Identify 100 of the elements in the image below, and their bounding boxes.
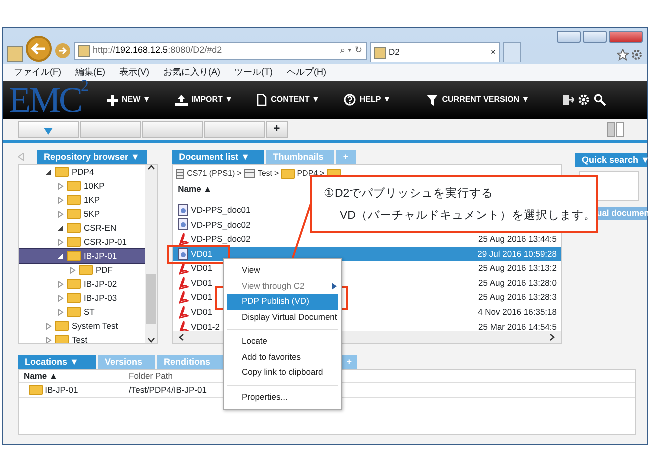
modified-date: 25 Aug 2016 13:28:3	[478, 291, 558, 304]
menu-item[interactable]: ヘルプ(H)	[287, 66, 326, 80]
modified-date: 29 Jul 2016 10:59:28	[478, 248, 558, 260]
pdf-icon	[178, 320, 190, 331]
new-tab-button[interactable]	[503, 42, 521, 62]
version-filter-button[interactable]: CURRENT VERSION ▼	[442, 94, 530, 106]
forward-button[interactable]	[55, 43, 71, 59]
menu-item[interactable]: Display Virtual Document	[224, 310, 341, 325]
close-button[interactable]	[609, 31, 643, 43]
panel-tab[interactable]: Quick search ▼	[575, 153, 647, 167]
folder-path: /Test/PDP4/IB-JP-01	[129, 384, 207, 396]
folder-icon	[67, 195, 81, 205]
menu-item[interactable]: View	[224, 263, 341, 278]
star-icon[interactable]	[616, 49, 629, 61]
tree-item[interactable]: CSR-JP-01	[19, 235, 146, 249]
breadcrumb-separator: >	[274, 168, 280, 180]
column-header[interactable]: Folder Path	[129, 370, 173, 382]
minimize-button[interactable]	[557, 31, 581, 43]
tree-item[interactable]: IB-JP-01	[19, 249, 146, 263]
tree-item[interactable]: System Test	[19, 319, 146, 333]
tree-item[interactable]: 5KP	[19, 207, 146, 221]
layout-toggle-icon[interactable]	[607, 122, 625, 138]
nav-menu-button[interactable]: IMPORT ▼	[192, 94, 234, 106]
scroll-down-icon[interactable]	[148, 338, 155, 343]
tree-item[interactable]: PDF	[19, 263, 146, 277]
document-name: VD01	[191, 276, 212, 290]
page-icon	[374, 46, 386, 58]
panel-tab[interactable]: Repository browser ▼	[37, 150, 147, 164]
document-name: VD01	[191, 306, 212, 319]
workspace-tab[interactable]	[80, 121, 141, 138]
menu-item[interactable]: PDP Publish (VD)	[227, 294, 338, 310]
tree-item[interactable]: IB-JP-02	[19, 277, 146, 291]
menu-item[interactable]: ファイル(F)	[14, 66, 62, 80]
document-name: VD01	[191, 262, 212, 276]
pdf-icon	[178, 291, 190, 304]
nav-menu-button[interactable]: HELP ▼	[360, 94, 392, 106]
document-name: VD-PPS_doc01	[191, 204, 251, 217]
tree-item[interactable]: PDP4	[19, 165, 146, 179]
menu-item[interactable]: ツール(T)	[234, 66, 273, 80]
folder-icon	[67, 181, 81, 191]
filter-icon	[427, 94, 438, 106]
scroll-left-icon[interactable]	[179, 334, 184, 340]
panel-tab[interactable]: Document list ▼	[172, 150, 264, 164]
expander-icon[interactable]	[57, 224, 64, 232]
tree-item[interactable]: CSR-EN	[19, 221, 146, 235]
page-icon	[78, 45, 90, 57]
modified-date: 25 Aug 2016 13:28:0	[478, 276, 558, 290]
folder-icon	[55, 167, 69, 177]
tree-item[interactable]: IB-JP-03	[19, 291, 146, 305]
modified-date: 25 Mar 2016 14:54:5	[478, 320, 558, 331]
column-header[interactable]: Name ▲	[24, 370, 129, 382]
close-button[interactable]: ×	[491, 46, 496, 59]
workspace-tab[interactable]	[18, 121, 79, 138]
maximize-button[interactable]	[583, 31, 607, 43]
scrollbar-thumb[interactable]	[146, 274, 156, 324]
menu-item[interactable]: お気に入り(A)	[164, 66, 220, 80]
breadcrumb-link[interactable]: Test	[258, 168, 273, 180]
breadcrumb-link[interactable]: CS71 (PPS1)	[187, 168, 236, 180]
nav-menu-button[interactable]: NEW ▼	[122, 94, 151, 106]
scrollbar[interactable]	[145, 165, 158, 343]
scroll-right-icon[interactable]	[550, 334, 555, 340]
workspace-tab[interactable]	[142, 121, 203, 138]
caret-icon[interactable]	[44, 128, 53, 136]
menu-item[interactable]: 編集(E)	[76, 66, 106, 80]
menu-item[interactable]: Locate	[224, 334, 341, 350]
menu-item[interactable]: 表示(V)	[120, 66, 150, 80]
expander-icon[interactable]	[57, 252, 64, 260]
browser-tab[interactable]: D2 ×	[370, 42, 500, 62]
folder-icon	[55, 321, 69, 331]
logout-icon[interactable]	[562, 94, 574, 106]
document-name: VD01	[191, 248, 212, 260]
tree-item[interactable]: 10KP	[19, 179, 146, 193]
pdf-icon	[178, 306, 190, 319]
folder-icon	[29, 385, 43, 395]
refresh-button[interactable]: ↻	[355, 44, 363, 58]
menu-item[interactable]: Properties...	[224, 390, 341, 405]
modified-date: 4 Nov 2016 16:35:18	[478, 306, 558, 319]
tree-item[interactable]: 1KP	[19, 193, 146, 207]
plus-icon	[107, 94, 118, 106]
panel-tab[interactable]: Locations ▼	[18, 355, 96, 369]
folder-icon	[67, 307, 81, 317]
pdf-icon	[178, 276, 190, 290]
back-button[interactable]	[26, 36, 52, 62]
folder-icon	[55, 335, 69, 343]
document-name: VD-PPS_doc02	[191, 218, 251, 232]
scroll-up-icon[interactable]	[148, 165, 155, 170]
add-tab-button[interactable]: +	[266, 121, 288, 138]
nav-menu-button[interactable]: CONTENT ▼	[271, 94, 320, 106]
search-icon[interactable]	[594, 94, 606, 106]
address-bar[interactable]: http://192.168.12.5:8080/D2/#d2 ⌕ ▾ ↻	[74, 42, 367, 60]
search-button[interactable]: ⌕ ▾	[340, 44, 352, 58]
folder-icon	[67, 237, 81, 247]
workspace-tab[interactable]	[204, 121, 265, 138]
breadcrumb-link[interactable]: PDP4	[297, 168, 318, 180]
tab-title: D2	[389, 46, 401, 59]
folder-icon	[281, 169, 296, 179]
collapse-arrow-icon[interactable]	[18, 153, 24, 161]
tree-item[interactable]: Test	[19, 333, 146, 343]
tree-item[interactable]: ST	[19, 305, 146, 319]
expander-icon[interactable]	[45, 168, 52, 176]
